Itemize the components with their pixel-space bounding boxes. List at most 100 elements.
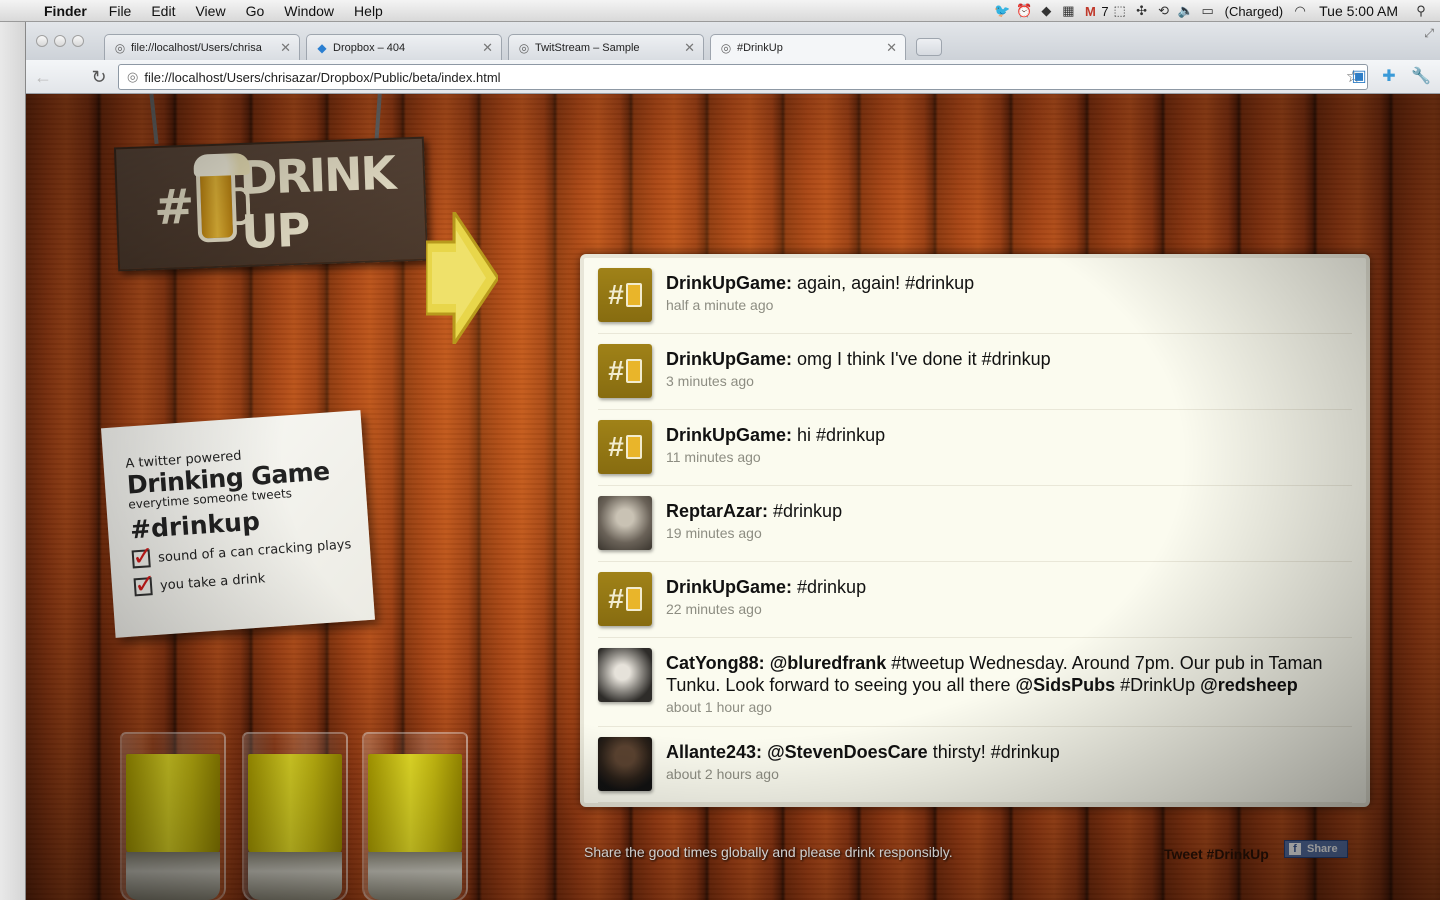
facebook-icon: f bbox=[1289, 843, 1301, 855]
time-machine-icon[interactable]: ⟲ bbox=[1153, 3, 1175, 19]
minimize-window-button[interactable] bbox=[54, 35, 66, 47]
tweet-timestamp[interactable]: 11 minutes ago bbox=[666, 449, 1352, 465]
dropbox-icon[interactable]: ◆ bbox=[1035, 3, 1057, 19]
globe-icon: ◎ bbox=[720, 40, 732, 55]
tweet-username[interactable]: ReptarAzar: bbox=[666, 501, 768, 521]
sign-hash: # bbox=[153, 178, 195, 237]
reptarazar-avatar[interactable] bbox=[598, 496, 652, 550]
wifi-icon[interactable]: ◠ bbox=[1289, 3, 1311, 19]
tweet-username[interactable]: Allante243: bbox=[666, 742, 762, 762]
reload-button[interactable]: ↻ bbox=[88, 66, 110, 88]
menu-help[interactable]: Help bbox=[344, 0, 393, 22]
globe-icon: ◎ bbox=[114, 40, 126, 55]
allante243-avatar[interactable] bbox=[598, 737, 652, 791]
browser-toolbar: ← ↻ ◎ file://localhost/Users/chrisazar/D… bbox=[26, 60, 1440, 94]
menu-clock[interactable]: Tue 5:00 AM bbox=[1311, 3, 1410, 19]
twitter-icon[interactable]: 🐦 bbox=[991, 3, 1013, 19]
tweet-stream-panel[interactable]: # DrinkUpGame: again, again! #drinkup ha… bbox=[580, 254, 1370, 807]
tweet-item: CatYong88: @bluredfrank #tweetup Wednesd… bbox=[598, 638, 1352, 727]
tweet-timestamp[interactable]: half a minute ago bbox=[666, 297, 1352, 313]
alarm-icon[interactable]: ⏰ bbox=[1013, 3, 1035, 19]
drinkupgame-avatar[interactable]: # bbox=[598, 420, 652, 474]
rule-text: you take a drink bbox=[159, 570, 266, 594]
fullscreen-icon[interactable]: ⤢ bbox=[1424, 26, 1434, 41]
tab-title: Dropbox – 404 bbox=[333, 41, 406, 54]
sign-string-right bbox=[374, 94, 382, 145]
tab-dropbox[interactable]: ◆ Dropbox – 404 ✕ bbox=[306, 34, 502, 60]
new-tab-button[interactable] bbox=[916, 38, 942, 56]
gmail-icon[interactable]: M bbox=[1079, 4, 1101, 19]
gmail-count: 7 bbox=[1101, 3, 1109, 19]
tweet-timestamp[interactable]: 22 minutes ago bbox=[666, 601, 1352, 617]
menu-file[interactable]: File bbox=[99, 0, 142, 22]
tab-drinkup[interactable]: ◎ #DrinkUp ✕ bbox=[710, 34, 906, 60]
close-tab-icon[interactable]: ✕ bbox=[280, 40, 291, 56]
game-rules-napkin: A twitter powered Drinking Game everytim… bbox=[100, 410, 376, 638]
back-button[interactable] bbox=[58, 66, 80, 88]
shot-liquid bbox=[368, 754, 462, 854]
beer-mug-icon bbox=[196, 169, 238, 243]
tweet-item: # DrinkUpGame: #drinkup 22 minutes ago bbox=[598, 562, 1352, 638]
shot-base bbox=[126, 852, 220, 900]
tweet-timestamp[interactable]: about 2 hours ago bbox=[666, 766, 1352, 782]
menu-window[interactable]: Window bbox=[274, 0, 344, 22]
rule-text: sound of a can cracking plays bbox=[157, 536, 352, 566]
shot-glass bbox=[120, 732, 226, 900]
tweet-timestamp[interactable]: 3 minutes ago bbox=[666, 373, 1352, 389]
tweet-mention[interactable]: @SidsPubs bbox=[1016, 675, 1116, 695]
drinkupgame-avatar[interactable]: # bbox=[598, 268, 652, 322]
battery-icon[interactable]: ▭ bbox=[1197, 3, 1219, 19]
responsibility-note: Share the good times globally and please… bbox=[584, 844, 953, 860]
volume-icon[interactable]: 🔈 bbox=[1175, 3, 1197, 19]
screen-capture-icon[interactable]: ⬚ bbox=[1109, 3, 1131, 19]
zoom-window-button[interactable] bbox=[72, 35, 84, 47]
facebook-share-button[interactable]: f Share bbox=[1284, 840, 1348, 858]
tweet-text: thirsty! #drinkup bbox=[927, 742, 1060, 762]
drinkupgame-avatar[interactable]: # bbox=[598, 344, 652, 398]
tweet-mention[interactable]: @StevenDoesCare bbox=[767, 742, 928, 762]
menu-edit[interactable]: Edit bbox=[141, 0, 185, 22]
drinkupgame-avatar[interactable]: # bbox=[598, 572, 652, 626]
tweet-item: # DrinkUpGame: again, again! #drinkup ha… bbox=[598, 258, 1352, 334]
tweet-item: ReptarAzar: #drinkup 19 minutes ago bbox=[598, 486, 1352, 562]
wrench-menu-icon[interactable]: 🔧 bbox=[1410, 66, 1432, 88]
tweet-username[interactable]: CatYong88: bbox=[666, 653, 765, 673]
extension-screen-icon[interactable]: ▣ bbox=[1348, 66, 1370, 88]
tweet-mention[interactable]: @bluredfrank bbox=[770, 653, 887, 673]
close-window-button[interactable] bbox=[36, 35, 48, 47]
calendar-icon[interactable]: ▦ bbox=[1057, 3, 1079, 19]
shot-base bbox=[248, 852, 342, 900]
menu-go[interactable]: Go bbox=[236, 0, 275, 22]
page-viewport: # DRINK UP A twitter powered Drinking Ga… bbox=[26, 94, 1440, 900]
tweet-text: #drinkup bbox=[792, 577, 867, 597]
spotlight-search-icon[interactable]: ⚲ bbox=[1410, 3, 1432, 19]
close-tab-icon[interactable]: ✕ bbox=[886, 40, 897, 56]
background-window-edge bbox=[0, 22, 26, 900]
tweet-drinkup-link[interactable]: Tweet #DrinkUp bbox=[1164, 846, 1269, 862]
catyong88-avatar[interactable] bbox=[598, 648, 652, 702]
close-tab-icon[interactable]: ✕ bbox=[482, 40, 493, 56]
tweet-timestamp[interactable]: 19 minutes ago bbox=[666, 525, 1352, 541]
tweet-username[interactable]: DrinkUpGame: bbox=[666, 577, 792, 597]
tweet-username[interactable]: DrinkUpGame: bbox=[666, 273, 792, 293]
menu-finder[interactable]: Finder bbox=[40, 0, 99, 22]
close-tab-icon[interactable]: ✕ bbox=[684, 40, 695, 56]
battery-status: (Charged) bbox=[1224, 3, 1284, 19]
tweet-timestamp[interactable]: about 1 hour ago bbox=[666, 699, 1352, 715]
menu-view[interactable]: View bbox=[185, 0, 235, 22]
menu-extras: 🐦 ⏰ ◆ ▦ M 7 ⬚ ✣ ⟲ 🔈 ▭ (Charged) ◠ Tue 5:… bbox=[991, 0, 1440, 22]
address-bar[interactable]: ◎ file://localhost/Users/chrisazar/Dropb… bbox=[118, 64, 1368, 90]
tweet-item: # DrinkUpGame: hi #drinkup 11 minutes ag… bbox=[598, 410, 1352, 486]
tab-twitstream[interactable]: ◎ TwitStream – Sample ✕ bbox=[508, 34, 704, 60]
shot-base bbox=[368, 852, 462, 900]
tweet-username[interactable]: DrinkUpGame: bbox=[666, 425, 792, 445]
tweet-username[interactable]: DrinkUpGame: bbox=[666, 349, 792, 369]
address-url[interactable]: file://localhost/Users/chrisazar/Dropbox… bbox=[144, 70, 1345, 85]
extension-puzzle-icon[interactable]: ✚ bbox=[1378, 66, 1400, 88]
page-info-icon[interactable]: ◎ bbox=[127, 69, 138, 85]
drinkup-logo-sign: # DRINK UP bbox=[113, 136, 429, 272]
bluetooth-icon[interactable]: ✣ bbox=[1131, 3, 1153, 19]
tab-localhost[interactable]: ◎ file://localhost/Users/chrisa ✕ bbox=[104, 34, 300, 60]
shot-glass bbox=[362, 732, 468, 900]
tweet-mention[interactable]: @redsheep bbox=[1200, 675, 1298, 695]
